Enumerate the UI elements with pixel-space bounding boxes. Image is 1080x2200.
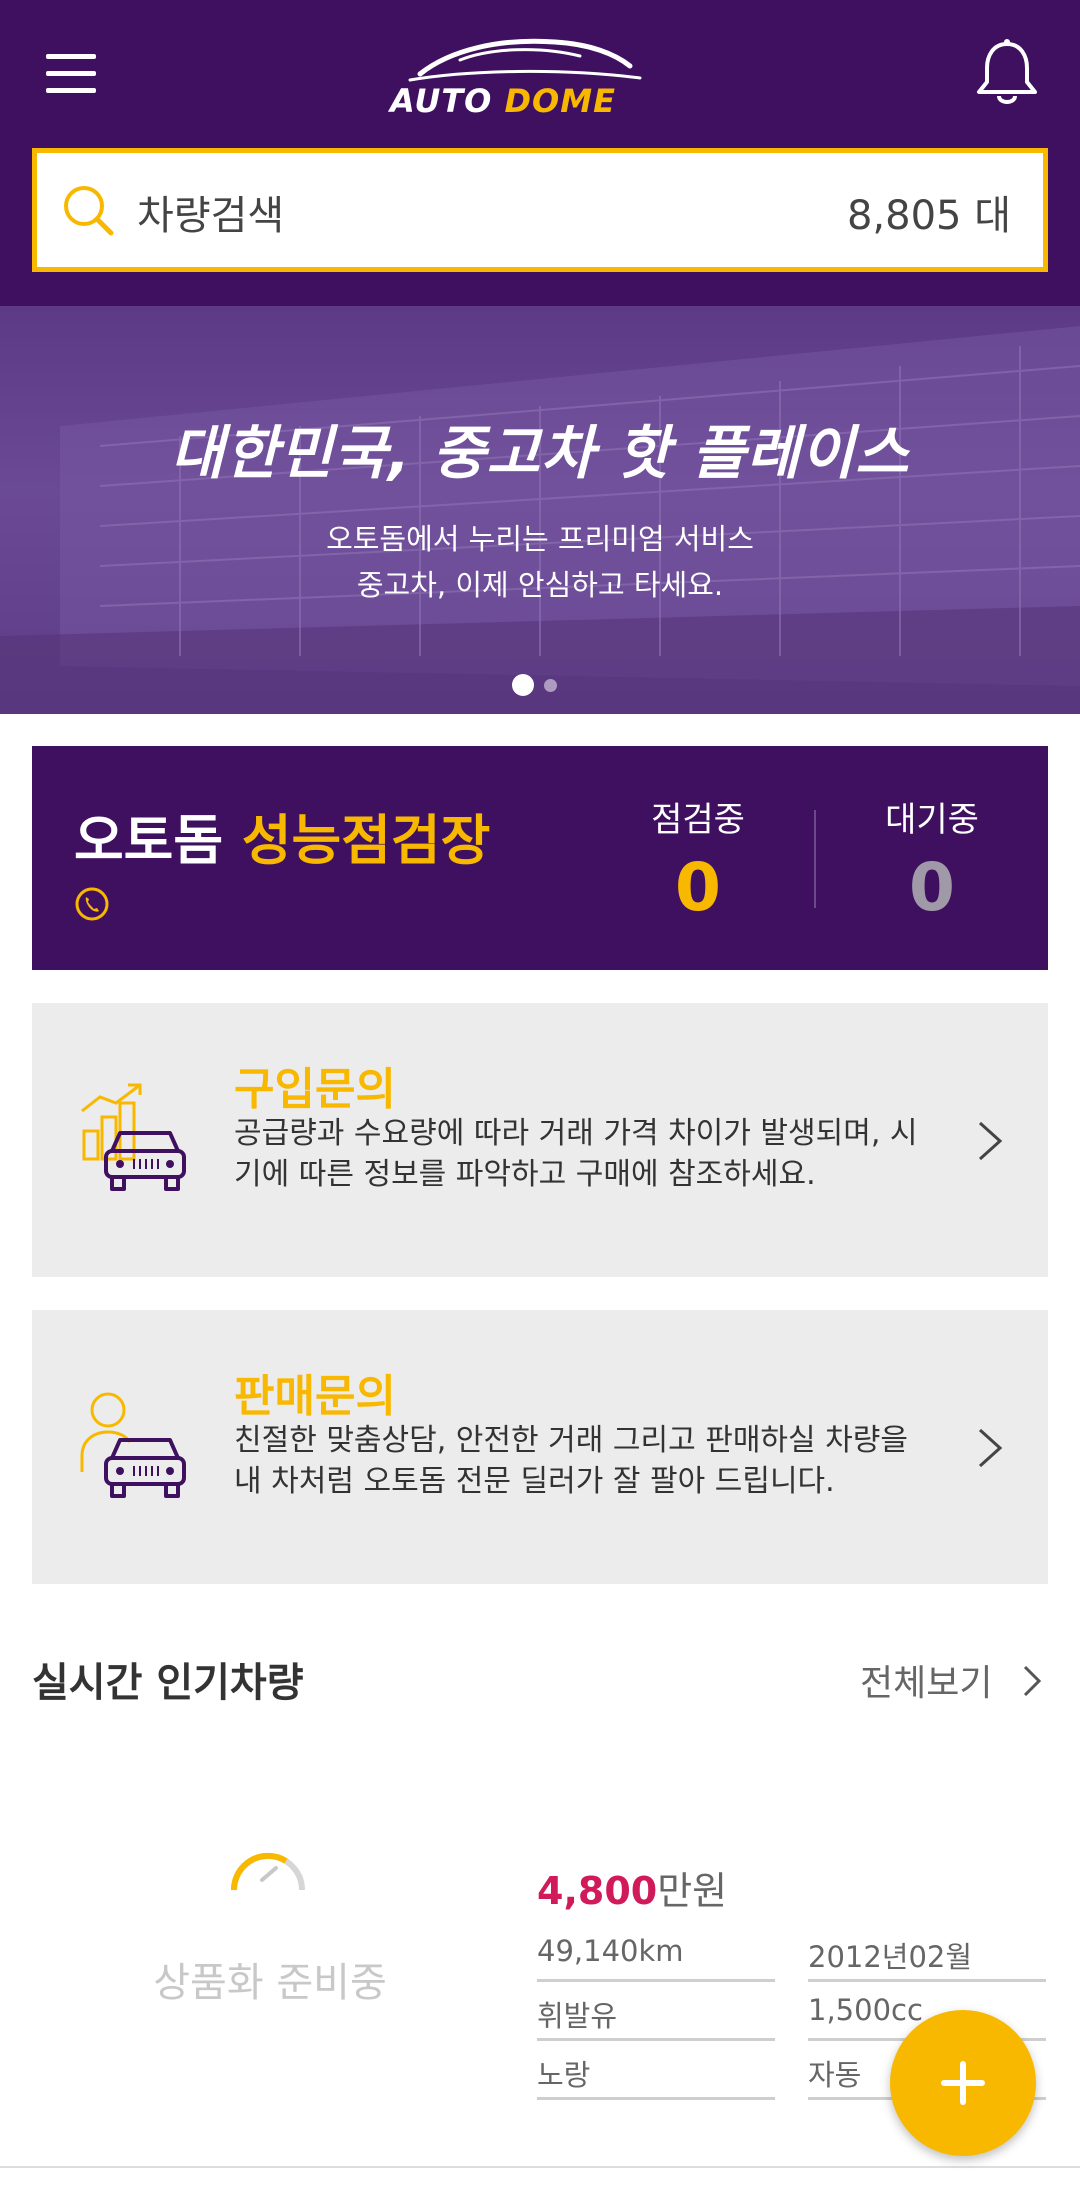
banner-subtitle-line2: 중고차, 이제 안심하고 타세요. [356, 568, 724, 602]
vehicle-search-bar[interactable]: 차량검색 8,805 대 [32, 148, 1048, 272]
preparing-text: 상품화 준비중 [153, 1960, 387, 2006]
inspecting-count: 0 [675, 849, 721, 926]
car-silhouette-logo-icon [408, 38, 642, 82]
person-car-icon [80, 1392, 186, 1498]
app-header: AUTO DOME 차량검색 8,805 대 [0, 0, 1080, 306]
stat-divider [814, 810, 816, 908]
chart-car-icon [81, 1083, 186, 1191]
waiting-count: 0 [909, 849, 955, 926]
sales-inquiry-description: 친절한 맞춤상담, 안전한 거래 그리고 판매하실 차량을 내 차처럼 오토돔 … [234, 1423, 908, 1499]
inspecting-label: 점검중 [651, 800, 745, 840]
carousel-indicator [510, 674, 570, 696]
inspection-title-accent: 성능점검장 [241, 809, 491, 872]
waiting-stat: 대기중 0 [832, 792, 1032, 926]
popular-vehicles-title: 실시간 인기차량 [32, 1660, 304, 1706]
car-price-unit: 만원 [657, 1869, 728, 1913]
promo-banner[interactable]: 대한민국, 중고차 핫 플레이스 오토돔에서 누리는 프리미엄 서비스 중고차,… [0, 306, 1080, 714]
chevron-right-icon [978, 1121, 1003, 1161]
banner-subtitle: 오토돔에서 누리는 프리미엄 서비스 중고차, 이제 안심하고 타세요. [0, 516, 1080, 608]
floating-add-button[interactable] [890, 2010, 1036, 2156]
sales-inquiry-card[interactable]: 판매문의 친절한 맞춤상담, 안전한 거래 그리고 판매하실 차량을 내 차처럼… [32, 1310, 1048, 1584]
search-icon [64, 186, 114, 236]
car-price: 4,800만원 [537, 1860, 727, 1915]
car-price-number: 4,800 [537, 1869, 658, 1913]
purchase-inquiry-description: 공급량과 수요량에 따라 거래 가격 차이가 발생되며, 시기에 따른 정보를 … [234, 1116, 918, 1192]
inspection-center-title: 오토돔 성능점검장 [74, 796, 490, 875]
hamburger-menu-icon[interactable] [46, 54, 100, 94]
purchase-inquiry-card[interactable]: 구입문의 공급량과 수요량에 따라 거래 가격 차이가 발생되며, 시기에 따른… [32, 1003, 1048, 1277]
inspecting-stat: 점검중 0 [598, 792, 798, 926]
building-background-image [0, 326, 1080, 714]
logo-text-auto: AUTO [390, 82, 493, 120]
purchase-inquiry-title: 구입문의 [234, 1064, 396, 1115]
gauge-icon [230, 1852, 305, 1891]
chevron-right-icon[interactable] [1022, 1664, 1042, 1698]
inspection-center-panel: 오토돔 성능점검장 점검중 0 대기중 0 [32, 746, 1048, 970]
waiting-label: 대기중 [885, 800, 979, 840]
car-registration: 2012년02월 [808, 1924, 1046, 1982]
car-fuel: 휘발유 [537, 1983, 775, 2041]
carousel-dot-active[interactable] [512, 674, 534, 696]
divider [0, 2166, 1080, 2168]
logo-text: AUTO DOME [390, 82, 650, 120]
view-all-link[interactable]: 전체보기 [860, 1654, 992, 1706]
sales-inquiry-title: 판매문의 [234, 1371, 396, 1422]
chevron-right-icon [978, 1428, 1003, 1468]
car-mileage: 49,140km [537, 1924, 775, 1982]
carousel-dot[interactable] [544, 679, 557, 692]
vehicle-count: 8,805 대 [846, 193, 1011, 239]
car-color: 노랑 [537, 2042, 775, 2100]
bell-icon[interactable] [975, 38, 1039, 108]
phone-icon[interactable] [74, 886, 110, 922]
autodome-logo[interactable]: AUTO DOME [390, 30, 650, 120]
inspection-title-prefix: 오토돔 [74, 809, 224, 872]
logo-text-dome: DOME [504, 82, 616, 120]
search-label: 차량검색 [137, 193, 285, 239]
plus-icon [941, 2061, 985, 2105]
banner-title: 대한민국, 중고차 핫 플레이스 [170, 419, 910, 487]
banner-subtitle-line1: 오토돔에서 누리는 프리미엄 서비스 [326, 522, 754, 556]
